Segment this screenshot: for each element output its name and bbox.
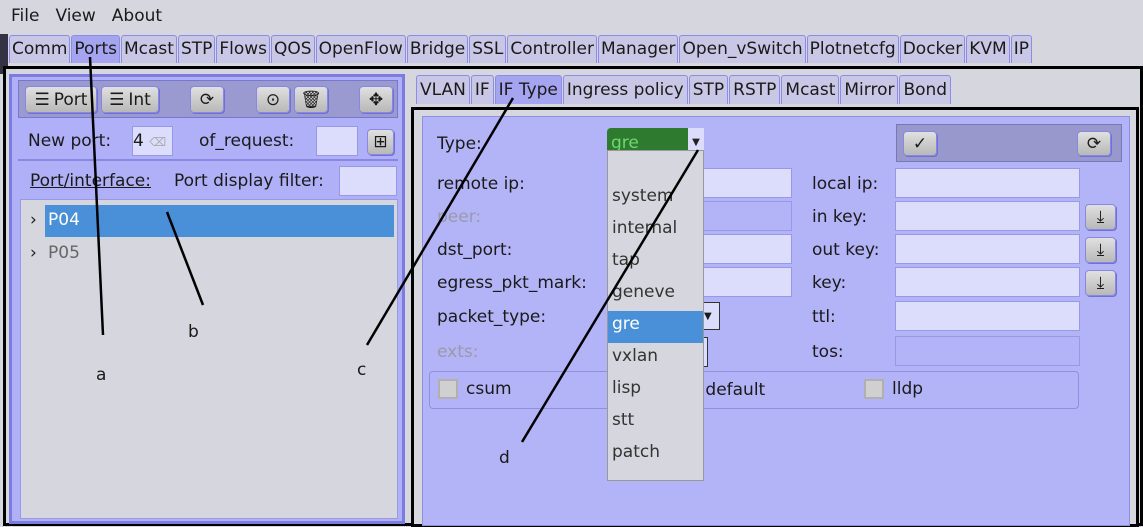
annotation-b: b (188, 322, 199, 342)
annotation-line-b (165, 211, 205, 306)
annotation-c: c (357, 360, 367, 380)
annotation-line-c (365, 97, 515, 346)
annotation-line-d (520, 149, 700, 443)
annotation-a: a (96, 365, 107, 385)
annotation-line-a (88, 56, 105, 336)
annotation-lines (88, 56, 700, 443)
annotation-d: d (499, 448, 510, 468)
